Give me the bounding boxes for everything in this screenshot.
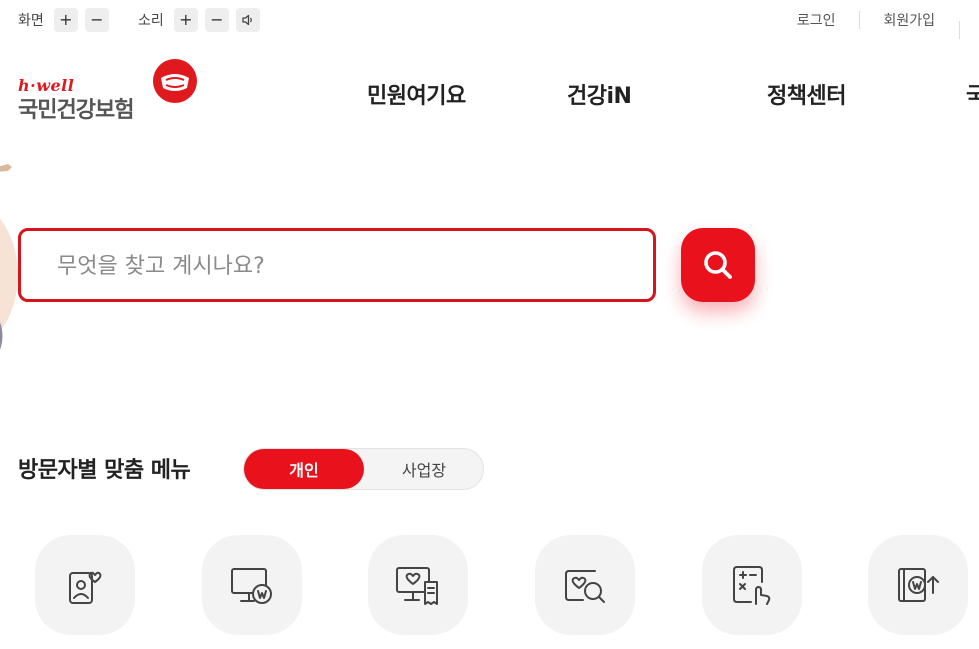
nav-item-cutoff[interactable]: 국 <box>966 78 979 110</box>
page: 화면 + − 소리 + − 로그인 회원가입 h·well 국민건강보험 민원여… <box>0 0 979 649</box>
search-input[interactable] <box>55 251 615 281</box>
login-link[interactable]: 로그인 <box>773 10 860 30</box>
sound-up-button[interactable]: + <box>173 8 198 32</box>
book-won-up-icon <box>898 568 939 602</box>
decorative-character-illustration <box>0 218 18 350</box>
speaker-button[interactable] <box>235 8 260 32</box>
quick-menu-item-1[interactable] <box>35 535 135 635</box>
screen-label: 화면 <box>18 13 44 29</box>
person-card-heart-icon <box>69 571 102 604</box>
quick-menu-item-5[interactable] <box>702 535 802 635</box>
search-icon <box>704 251 732 279</box>
quick-menu-item-4[interactable] <box>535 535 635 635</box>
signup-link[interactable]: 회원가입 <box>859 10 959 30</box>
screen-zoom-in-button[interactable]: + <box>53 8 78 32</box>
monitor-heart-receipt-icon <box>396 567 438 605</box>
quick-menu-item-6[interactable] <box>868 535 968 635</box>
monitor-won-icon <box>231 568 272 604</box>
visitor-menu-title: 방문자별 맞춤 메뉴 <box>18 458 191 483</box>
utility-bar: 화면 + − 소리 + − 로그인 회원가입 <box>0 0 979 40</box>
toggle-business[interactable]: 사업장 <box>364 449 484 489</box>
decorative-hand-icon <box>0 164 12 172</box>
sound-label: 소리 <box>138 13 164 29</box>
quick-menu-item-3[interactable] <box>368 535 468 635</box>
search-button[interactable] <box>681 228 755 302</box>
sound-down-button[interactable]: − <box>204 8 229 32</box>
nav-item-health-in[interactable]: 건강iN <box>567 78 632 110</box>
calculator-hand-icon <box>733 566 771 605</box>
quick-menu-item-2[interactable] <box>202 535 302 635</box>
nav-item-civil-service[interactable]: 민원여기요 <box>367 78 466 110</box>
account-links: 로그인 회원가입 <box>773 10 979 39</box>
main-navigation: 민원여기요 건강iN 정책센터 국 <box>0 78 979 110</box>
speaker-icon <box>242 14 252 26</box>
search-box <box>18 228 656 302</box>
nav-item-policy-center[interactable]: 정책센터 <box>767 78 846 110</box>
heart-search-icon <box>565 570 605 603</box>
toggle-personal[interactable]: 개인 <box>244 449 364 489</box>
screen-zoom-out-button[interactable]: − <box>84 8 109 32</box>
sound-controls: 소리 + − <box>138 8 267 32</box>
screen-size-controls: 화면 + − <box>18 8 116 32</box>
visitor-type-toggle: 개인 사업장 <box>243 448 484 490</box>
